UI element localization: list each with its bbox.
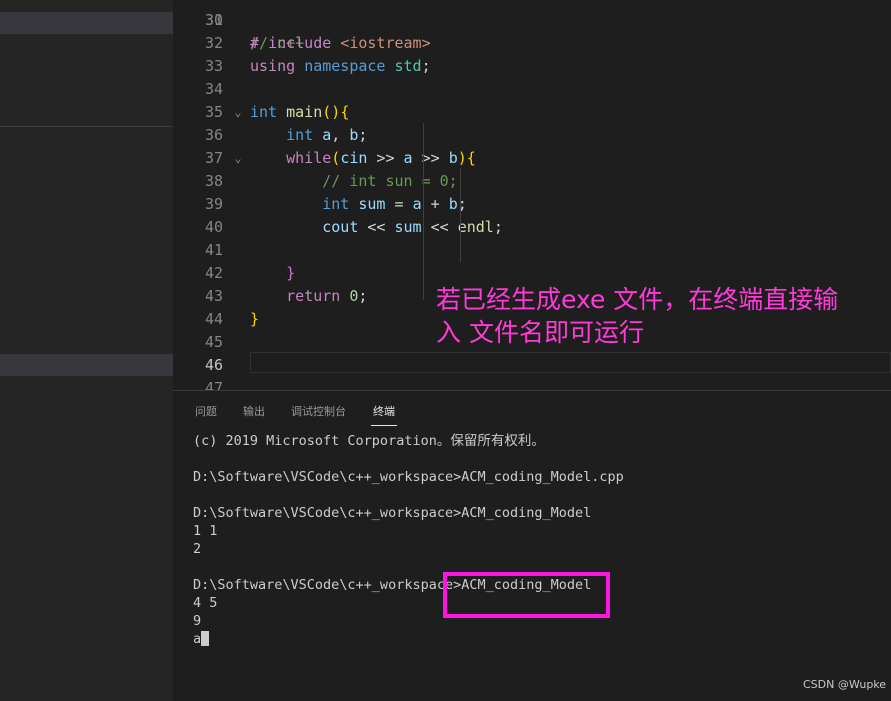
code-line: 33 using namespace std; <box>173 55 891 78</box>
explorer-sidebar <box>0 0 173 701</box>
code-text: int main(){ <box>250 103 350 121</box>
line-number: 47 <box>204 379 223 390</box>
line-number: 40 <box>204 218 223 236</box>
current-line-highlight <box>250 352 891 373</box>
sidebar-selected-item[interactable] <box>0 12 173 34</box>
terminal-line: a <box>193 630 883 648</box>
line-number: 44 <box>204 310 223 328</box>
tab-terminal[interactable]: 终端 <box>371 403 397 426</box>
line-number: 45 <box>204 333 223 351</box>
code-text: return 0; <box>286 287 368 305</box>
line-number: 39 <box>204 195 223 213</box>
line-number: 33 <box>204 57 223 75</box>
fold-chevron-icon[interactable]: ⌄ <box>231 147 245 170</box>
code-line-partial: 30 // c++ <box>173 0 891 52</box>
sidebar-selected-item-2[interactable] <box>0 354 173 376</box>
annotation-line-1: 若已经生成exe 文件，在终端直接输 <box>436 285 839 314</box>
terminal-line: (c) 2019 Microsoft Corporation。保留所有权利。 <box>193 433 545 449</box>
tab-debug-console[interactable]: 调试控制台 <box>291 403 346 419</box>
terminal-line: 1 1 <box>193 523 218 539</box>
code-line: 42 } <box>173 262 891 285</box>
line-number: 42 <box>204 264 223 282</box>
code-line: 34 <box>173 78 891 101</box>
indent-guide <box>423 123 424 300</box>
line-number: 37 <box>204 149 223 167</box>
code-text: cout << sum << endl; <box>322 218 503 236</box>
bottom-panel: 问题 输出 调试控制台 终端 (c) 2019 Microsoft Corpor… <box>173 390 891 701</box>
code-line: 37 ⌄ while(cin >> a >> b){ <box>173 147 891 170</box>
code-text: int a, b; <box>286 126 368 144</box>
terminal-line: D:\Software\VSCode\c++_workspace>ACM_cod… <box>193 505 592 521</box>
watermark: CSDN @Wupke <box>803 678 887 691</box>
terminal-cursor <box>201 631 210 646</box>
code-text: } <box>250 310 260 328</box>
line-number: 32 <box>204 34 223 52</box>
code-text: # include <iostream> <box>250 34 431 52</box>
code-line: 31 <box>173 9 891 32</box>
tab-problems[interactable]: 问题 <box>195 403 217 419</box>
sidebar-divider <box>0 126 173 127</box>
terminal-line: 2 <box>193 541 202 557</box>
line-number: 43 <box>204 287 223 305</box>
code-line: 47 <box>173 377 891 390</box>
code-line: 38 // int sun = 0; <box>173 170 891 193</box>
code-text: using namespace std; <box>250 57 431 75</box>
highlight-box <box>443 572 610 618</box>
code-text: } <box>286 264 296 282</box>
code-line: 35 ⌄ int main(){ <box>173 101 891 124</box>
line-number: 38 <box>204 172 223 190</box>
code-line: 39 int sum = a + b; <box>173 193 891 216</box>
code-line: 36 int a, b; <box>173 124 891 147</box>
line-number: 41 <box>204 241 223 259</box>
indent-guide <box>460 168 461 262</box>
line-number: 31 <box>204 11 223 29</box>
code-text: int sum = a + b; <box>322 195 467 213</box>
line-number: 36 <box>204 126 223 144</box>
line-number: 34 <box>204 80 223 98</box>
tab-output[interactable]: 输出 <box>243 403 265 419</box>
annotation-line-2: 入 文件名即可运行 <box>436 318 644 347</box>
code-text: while(cin >> a >> b){ <box>286 149 476 167</box>
line-number: 46 <box>204 356 223 374</box>
code-line: 41 <box>173 239 891 262</box>
line-number: 35 <box>204 103 223 121</box>
code-line: 32 # include <iostream> <box>173 32 891 55</box>
terminal-line: D:\Software\VSCode\c++_workspace>ACM_cod… <box>193 469 624 485</box>
code-line: 40 cout << sum << endl; <box>173 216 891 239</box>
code-text: // int sun = 0; <box>322 172 458 190</box>
annotation-text: 若已经生成exe 文件，在终端直接输 入 文件名即可运行 <box>436 283 881 349</box>
fold-chevron-icon[interactable]: ⌄ <box>231 101 245 124</box>
